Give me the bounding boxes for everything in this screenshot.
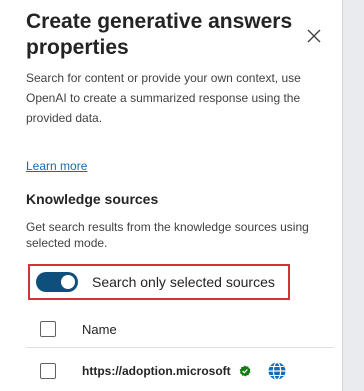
close-button[interactable] <box>302 24 326 48</box>
table-row[interactable]: https://adoption.microsoft <box>26 353 334 389</box>
sources-table: Name https://adoption.microsoft <box>26 309 334 391</box>
select-all-checkbox[interactable] <box>40 321 56 337</box>
globe-icon <box>267 361 287 381</box>
row-checkbox[interactable] <box>40 363 56 379</box>
toggle-knob <box>61 275 75 289</box>
verified-check-icon <box>239 365 251 377</box>
column-header-name: Name <box>82 321 117 337</box>
search-selected-sources-toggle[interactable]: Search only selected sources <box>28 264 290 300</box>
table-header-row: Name <box>26 311 334 348</box>
toggle-label: Search only selected sources <box>92 274 275 290</box>
panel-title: Create generative answers properties <box>26 10 293 59</box>
source-name: https://adoption.microsoft <box>82 364 231 378</box>
knowledge-sources-description: Get search results from the knowledge so… <box>26 220 309 250</box>
close-icon <box>307 29 321 43</box>
toggle-switch[interactable] <box>36 272 78 292</box>
panel-description: Search for content or provide your own c… <box>26 71 301 125</box>
learn-more-link[interactable]: Learn more <box>26 159 87 173</box>
knowledge-sources-heading: Knowledge sources <box>26 191 159 207</box>
generative-answers-panel: Create generative answers properties Sea… <box>0 0 343 391</box>
